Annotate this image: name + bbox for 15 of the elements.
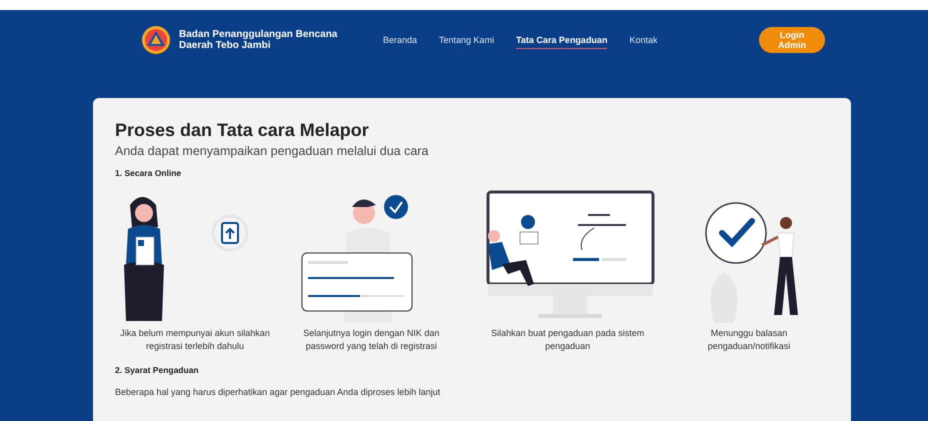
- organization-name: Badan Penanggulangan Bencana Daerah Tebo Jambi: [179, 29, 338, 51]
- nav-link[interactable]: Kontak: [629, 32, 658, 48]
- step-caption: Jika belum mempunyai akun silahkan registrasi terlebih dahulu: [119, 327, 271, 353]
- step-caption: Silahkan buat pengaduan pada sistem pengaduan: [490, 327, 646, 353]
- page-subtitle: Anda dapat menyampaikan pengaduan melalui dua cara: [115, 144, 430, 158]
- nav-link[interactable]: Tentang Kami: [439, 32, 494, 48]
- emblem-logo-icon: [141, 25, 171, 55]
- step-caption: Selanjutnya login dengan NIK dan password yang telah di registrasi: [302, 327, 440, 353]
- step-caption: Menunggu balasan pengaduan/notifikasi: [706, 327, 792, 353]
- section-heading: 2. Syarat Pengaduan: [115, 365, 200, 375]
- page-title: Proses dan Tata cara Melapor: [115, 120, 370, 141]
- nav-link[interactable]: Beranda: [383, 32, 418, 48]
- section-text: Beberapa hal yang harus diperhatikan agar pengaduan Anda diproses lebih lanjut: [115, 387, 442, 397]
- section-heading: 1. Secara Online: [115, 168, 182, 178]
- nav-link[interactable]: Tata Cara Pengaduan: [516, 32, 608, 48]
